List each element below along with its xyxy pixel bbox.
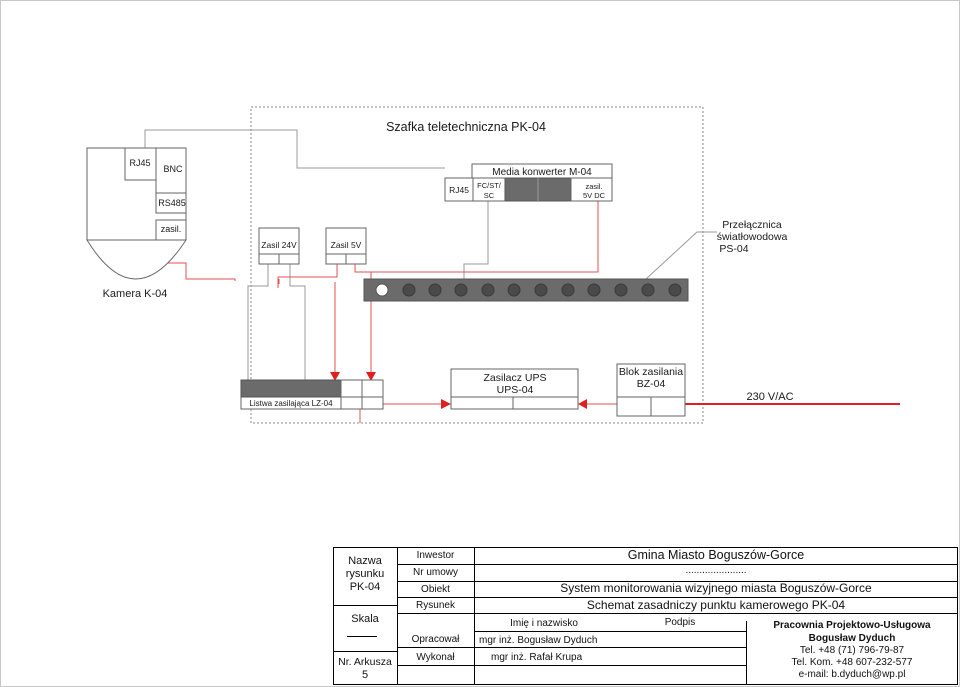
ups-04: Zasilacz UPS UPS-04 — [450, 368, 579, 410]
company-owner: Bogusław Dyduch — [808, 633, 896, 644]
drawing-name-label-2: rysunku — [345, 568, 385, 580]
prepared-by: mgr inż. Bogusław Dyduch — [479, 635, 598, 646]
media-converter-title: Media konwerter M-04 — [492, 167, 592, 178]
investor-label: Inwestor — [416, 550, 455, 561]
contract-value: ...................... — [685, 565, 747, 576]
object-label: Obiekt — [421, 584, 450, 595]
power-supply-24v: Zasil 24V — [258, 227, 300, 265]
fiber-patch-panel-ps04 — [363, 278, 689, 302]
name-column-header: Imię i nazwisko — [510, 618, 578, 629]
executed-label: Wykonał — [416, 652, 455, 663]
signal-wiring — [144, 129, 717, 380]
media-converter-fiber-1: FC/ST/ — [477, 181, 502, 190]
drawing-label: Rysunek — [416, 600, 455, 611]
power-block-label-line2: BZ-04 — [637, 378, 666, 390]
contract-label: Nr umowy — [412, 567, 458, 578]
prepared-label: Opracował — [411, 634, 460, 645]
investor-value: Gmina Miasto Boguszów-Gorce — [627, 548, 805, 562]
power-block-bz04: Blok zasilania BZ-04 — [616, 363, 686, 417]
power-supply-24v-label: Zasil 24V — [261, 240, 297, 250]
camera-label: Kamera K-04 — [103, 288, 168, 300]
title-block: Nazwa rysunku PK-04 Skala Nr. Arkusza 5 … — [333, 547, 958, 685]
power-supply-5v: Zasil 5V — [325, 227, 367, 265]
camera-k04: RJ45 BNC RS485 zasil. — [86, 147, 187, 280]
camera-power-port: zasil. — [161, 224, 182, 234]
mains-label: 230 V/AC — [746, 391, 793, 403]
cabinet-title: Szafka teletechniczna PK-04 — [386, 120, 546, 134]
switch-label-line3: PS-04 — [719, 243, 748, 255]
power-supply-5v-label: Zasil 5V — [331, 240, 362, 250]
camera-rs485-port: RS485 — [158, 198, 186, 208]
ups-label-line2: UPS-04 — [497, 384, 534, 396]
sheet-number-label: Nr. Arkusza — [338, 656, 392, 668]
camera-rj45-port: RJ45 — [129, 158, 150, 168]
power-strip-label: Listwa zasilająca LZ-04 — [249, 399, 333, 408]
media-converter-rj45: RJ45 — [449, 185, 469, 195]
drawing-value: Schemat zasadniczy punktu kamerowego PK-… — [586, 598, 846, 612]
camera-bnc-port: BNC — [163, 164, 183, 174]
switch-label-line1: Przełącznica — [722, 219, 782, 231]
media-converter-m04: Media konwerter M-04 RJ45 FC/ST/ SC zasi… — [444, 163, 613, 202]
power-block-label-line1: Blok zasilania — [619, 366, 683, 378]
media-converter-fiber-2: SC — [484, 191, 495, 200]
power-strip-lz04: Listwa zasilająca LZ-04 — [240, 379, 384, 410]
ups-label-line1: Zasilacz UPS — [483, 372, 546, 384]
company-email: e-mail: b.dyduch@wp.pl — [798, 669, 906, 680]
signature-column-header: Podpis — [664, 617, 696, 628]
drawing-name-value: PK-04 — [349, 581, 381, 593]
company-phone: Tel. +48 (71) 796-79-87 — [799, 645, 905, 656]
company-name: Pracownia Projektowo-Usługowa — [773, 620, 931, 631]
switch-label-line2: światłowodowa — [717, 231, 788, 243]
media-converter-power-2: 5V DC — [583, 191, 606, 200]
sheet-number-value: 5 — [361, 669, 369, 681]
company-mobile: Tel. Kom. +48 607-232-577 — [791, 657, 913, 668]
object-value: System monitorowania wizyjnego miasta Bo… — [560, 581, 872, 595]
scale-label: Skala — [351, 613, 379, 625]
media-converter-power-1: zasil. — [585, 182, 602, 191]
drawing-name-label-1: Nazwa — [348, 555, 382, 567]
executed-by: mgr inż. Rafał Krupa — [491, 652, 583, 663]
